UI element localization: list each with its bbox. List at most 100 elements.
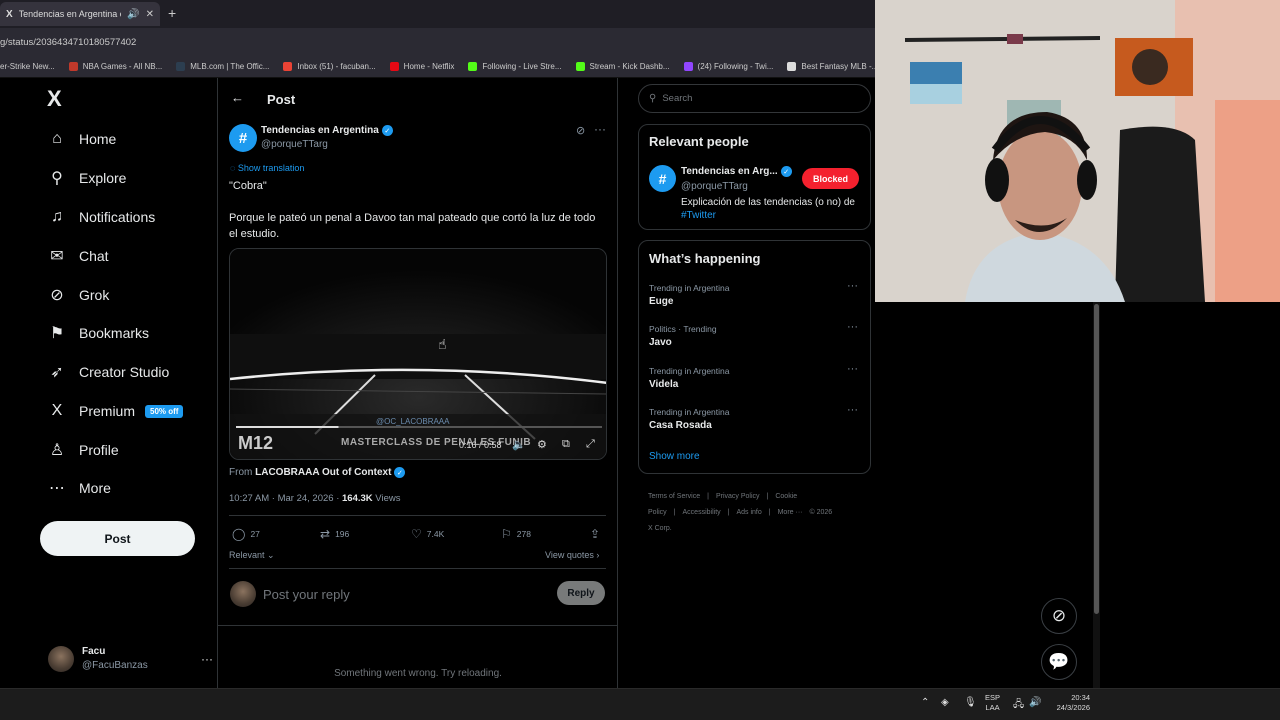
video-progress-bar[interactable] xyxy=(236,426,339,428)
repost-button[interactable]: ⇄ 196 xyxy=(320,527,349,541)
video-logo: M12 xyxy=(238,433,274,453)
trend-name[interactable]: Casa Rosada xyxy=(649,420,712,431)
system-clock[interactable]: 20:34 24/3/2026 xyxy=(1048,693,1090,713)
show-translation-link[interactable]: ◌ Show translation xyxy=(230,163,304,173)
grok-icon: ⊘ xyxy=(1051,606,1067,625)
trend-more-icon[interactable]: ··· xyxy=(847,363,858,375)
address-bar[interactable]: g/status/2036434710180577402 xyxy=(0,28,875,56)
bookmark-item[interactable]: (24) Following - Twi... xyxy=(683,62,773,71)
mouse-cursor-icon: ☝ xyxy=(438,336,447,352)
trend-more-icon[interactable]: ··· xyxy=(847,321,858,333)
microphone-icon[interactable]: 🎙 xyxy=(964,697,977,708)
settings-icon[interactable]: ⚙ xyxy=(537,438,547,451)
close-tab-icon[interactable]: ✕ xyxy=(146,9,154,20)
fullscreen-icon[interactable]: ⤢ xyxy=(586,438,595,451)
verified-badge-icon: ✓ xyxy=(394,467,406,478)
like-button[interactable]: ♡ 7.4K xyxy=(411,527,444,541)
bookmark-item[interactable]: er-Strike New... xyxy=(0,62,55,71)
repost-count: 196 xyxy=(335,529,350,539)
footer-separator: | xyxy=(673,509,676,516)
scrollbar-thumb[interactable] xyxy=(1094,304,1099,614)
bookmark-button[interactable]: ⚐ 278 xyxy=(501,527,531,541)
sidebar-item-label: Bookmarks xyxy=(79,325,150,341)
sort-replies-dropdown[interactable]: Relevant ⌄ xyxy=(229,550,275,561)
sidebar-item-explore[interactable]: ⚲ Explore xyxy=(46,165,126,191)
bookmark-item[interactable]: NBA Games - All NB... xyxy=(68,62,162,71)
reply-input[interactable]: Post your reply xyxy=(263,587,350,602)
grok-icon[interactable]: ⊘ xyxy=(576,124,585,137)
from-account-link[interactable]: LACOBRAAA Out of Context xyxy=(255,467,391,478)
sidebar-item-premium[interactable]: X Premium 50% off xyxy=(46,398,184,424)
sidebar-item-label: Creator Studio xyxy=(79,364,170,380)
sidebar-item-more[interactable]: ⋯ More xyxy=(46,475,111,501)
reply-button[interactable]: Reply xyxy=(557,581,605,605)
bookmark-item[interactable]: Stream - Kick Dashb... xyxy=(575,62,670,71)
view-quotes-link[interactable]: View quotes › xyxy=(545,550,599,560)
footer-link[interactable]: Privacy Policy xyxy=(716,493,760,500)
person-avatar[interactable]: # xyxy=(649,165,676,192)
blocked-button[interactable]: Blocked xyxy=(802,168,859,189)
person-handle[interactable]: @porqueTTarg xyxy=(681,181,748,192)
author-name[interactable]: Tendencias en Argentina ✓ xyxy=(261,125,393,136)
trend-more-icon[interactable]: ··· xyxy=(847,404,858,416)
show-more-link[interactable]: Show more xyxy=(649,451,700,462)
volume-icon[interactable]: 🔈 xyxy=(512,438,526,451)
tray-chevron-icon[interactable]: ⌃ xyxy=(921,697,929,708)
post-button[interactable]: Post xyxy=(40,521,195,556)
sidebar-item-profile[interactable]: ♙ Profile xyxy=(46,437,119,463)
bookmark-favicon-icon xyxy=(389,62,399,71)
bio-hashtag-link[interactable]: #Twitter xyxy=(681,210,716,221)
sidebar-item-grok[interactable]: ⊘ Grok xyxy=(46,282,109,308)
reply-button[interactable]: ◯ 27 xyxy=(232,527,260,541)
chat-float-button[interactable]: 💬 xyxy=(1041,644,1077,680)
sidebar-item-label: Home xyxy=(79,131,117,147)
volume-icon[interactable]: 🔊 xyxy=(1029,697,1041,708)
sidebar-item-notifications[interactable]: ♫ Notifications xyxy=(46,204,155,230)
bookmark-item[interactable]: Best Fantasy MLB -... xyxy=(787,62,875,71)
trend-more-icon[interactable]: ··· xyxy=(847,280,858,292)
reply-icon: ◯ xyxy=(232,527,246,541)
account-switcher[interactable]: Facu @FacuBanzas ··· xyxy=(48,644,213,674)
video-player[interactable] xyxy=(229,248,607,460)
more-icon: ⋯ xyxy=(49,480,65,497)
pip-icon[interactable]: ⧉ xyxy=(562,438,570,451)
tray-app-icon[interactable]: ◈ xyxy=(941,697,949,708)
sidebar-item-creator-studio[interactable]: ➶ Creator Studio xyxy=(46,359,169,385)
trend-name[interactable]: Euge xyxy=(649,296,673,307)
bookmark-item[interactable]: MLB.com | The Offic... xyxy=(176,62,269,71)
search-icon: ⚲ xyxy=(649,93,657,104)
network-icon[interactable]: 🖧 xyxy=(1013,697,1024,714)
speaker-icon[interactable]: 🔊 xyxy=(127,9,139,20)
footer-links: Terms of Service | Privacy Policy | Cookie P… xyxy=(648,489,838,537)
new-tab-button[interactable]: + xyxy=(168,5,176,21)
share-button[interactable]: ⇪ xyxy=(590,527,605,541)
scrollbar[interactable] xyxy=(1093,302,1100,688)
footer-link[interactable]: Terms of Service xyxy=(648,493,700,500)
home-icon: ⌂ xyxy=(52,130,62,147)
grok-float-button[interactable]: ⊘ xyxy=(1041,598,1077,634)
sidebar-item-chat[interactable]: ✉ Chat xyxy=(46,243,108,269)
bookmark-item[interactable]: Home - Netflix xyxy=(389,62,454,71)
trend-name[interactable]: Javo xyxy=(649,337,672,348)
post-timestamp[interactable]: 10:27 AM · Mar 24, 2026 · xyxy=(229,493,342,504)
sidebar-item-bookmarks[interactable]: ⚑ Bookmarks xyxy=(46,320,149,346)
back-arrow-icon[interactable]: ← xyxy=(231,90,244,105)
bookmark-item[interactable]: Inbox (51) - facuban... xyxy=(283,62,376,71)
author-avatar[interactable]: # xyxy=(229,124,257,152)
footer-link[interactable]: Ads info xyxy=(736,509,761,516)
more-icon[interactable]: ··· xyxy=(201,652,213,666)
person-name[interactable]: Tendencias en Arg... ✓ xyxy=(681,166,792,177)
post-more-icon[interactable]: ··· xyxy=(594,122,606,136)
footer-link[interactable]: More ··· xyxy=(778,509,803,516)
sidebar-item-home[interactable]: ⌂ Home xyxy=(46,126,116,152)
footer-link[interactable]: Accessibility xyxy=(683,509,721,516)
browser-tab[interactable]: X Tendencias en Argentina o 🔊 ✕ xyxy=(0,2,160,26)
author-handle[interactable]: @porqueTTarg xyxy=(261,139,328,150)
bookmark-item[interactable]: Following - Live Stre... xyxy=(468,62,562,71)
trend-name[interactable]: Videla xyxy=(649,379,678,390)
bookmark-favicon-icon xyxy=(68,62,78,71)
tab-title: Tendencias en Argentina o xyxy=(18,9,122,19)
search-input[interactable]: ⚲ Search xyxy=(638,84,871,113)
x-logo-icon[interactable]: X xyxy=(47,86,62,112)
language-indicator[interactable]: ESP LAA xyxy=(985,693,1000,713)
